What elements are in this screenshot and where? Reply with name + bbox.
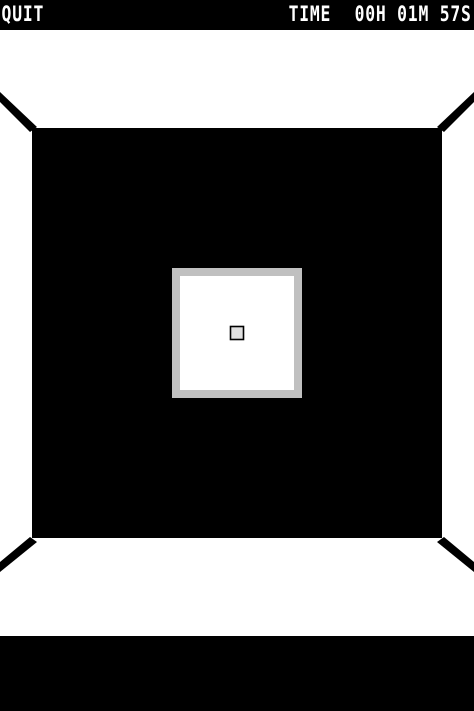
tunnel-view[interactable] — [0, 30, 474, 636]
quit-button[interactable]: QUIT — [0, 0, 46, 28]
time-label: TIME — [288, 2, 332, 26]
top-bar: QUIT TIME 00H 01M 57S — [0, 0, 474, 30]
time-value: 00H 01M 57S — [354, 2, 472, 26]
bottom-bar — [0, 636, 474, 711]
timer: TIME 00H 01M 57S — [289, 0, 472, 28]
player-marker[interactable] — [229, 325, 245, 341]
